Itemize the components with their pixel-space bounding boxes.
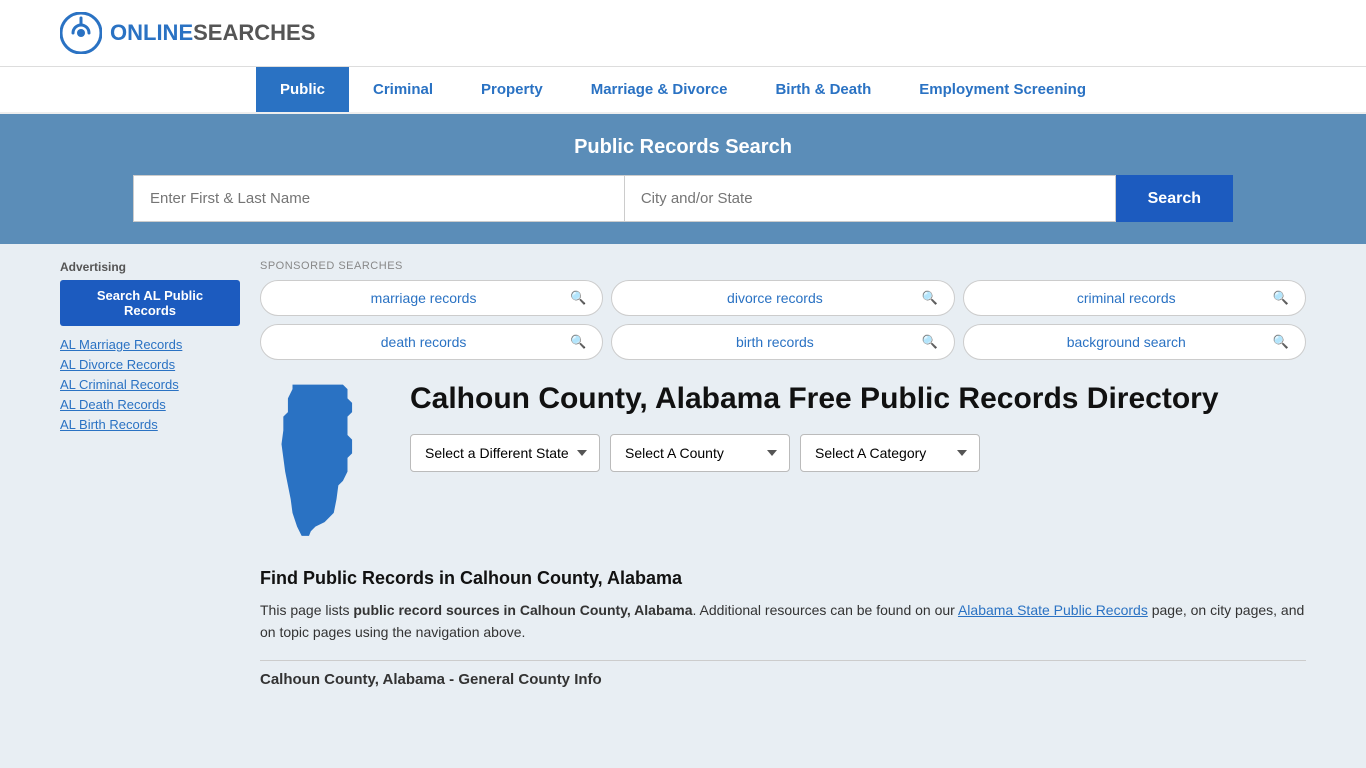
search-banner-title: Public Records Search [60, 136, 1306, 159]
county-dropdown[interactable]: Select A County [610, 434, 790, 472]
location-search-input[interactable] [624, 175, 1116, 222]
find-desc-prefix: This page lists [260, 602, 353, 618]
general-info-heading: Calhoun County, Alabama - General County… [260, 671, 1306, 688]
dropdowns-row: Select a Different State Select A County… [410, 434, 1306, 472]
logo-icon [60, 12, 102, 54]
name-search-input[interactable] [133, 175, 624, 222]
logo[interactable]: ONLINESEARCHES [60, 12, 315, 54]
sponsored-item-text-4: birth records [628, 334, 921, 350]
sponsored-grid: marriage records 🔍 divorce records 🔍 cri… [260, 280, 1306, 360]
alabama-path [282, 385, 353, 536]
search-button[interactable]: Search [1116, 175, 1233, 222]
find-desc-bold: public record sources in Calhoun County,… [353, 602, 692, 618]
sponsored-item-0[interactable]: marriage records 🔍 [260, 280, 603, 316]
sponsored-item-5[interactable]: background search 🔍 [963, 324, 1306, 360]
sidebar-link-divorce[interactable]: AL Divorce Records [60, 357, 175, 372]
sidebar-link-death[interactable]: AL Death Records [60, 397, 166, 412]
sponsored-item-4[interactable]: birth records 🔍 [611, 324, 954, 360]
county-title: Calhoun County, Alabama Free Public Reco… [410, 380, 1306, 418]
search-icon-3: 🔍 [570, 334, 586, 350]
state-map [260, 380, 390, 548]
find-description: This page lists public record sources in… [260, 599, 1306, 644]
main-content: Advertising Search AL Public Records AL … [0, 244, 1366, 704]
search-icon-5: 🔍 [1273, 334, 1289, 350]
search-banner: Public Records Search Search [0, 114, 1366, 244]
search-row: Search [133, 175, 1233, 222]
main-nav: Public Criminal Property Marriage & Divo… [0, 67, 1366, 114]
logo-text: ONLINESEARCHES [110, 20, 315, 46]
sponsored-label: SPONSORED SEARCHES [260, 260, 1306, 272]
sidebar: Advertising Search AL Public Records AL … [60, 244, 260, 704]
search-icon-2: 🔍 [1273, 290, 1289, 306]
sponsored-item-text-5: background search [980, 334, 1273, 350]
section-divider [260, 660, 1306, 661]
nav-item-marriage-divorce[interactable]: Marriage & Divorce [567, 67, 752, 112]
sponsored-item-1[interactable]: divorce records 🔍 [611, 280, 954, 316]
county-title-area: Calhoun County, Alabama Free Public Reco… [410, 380, 1306, 472]
find-section: Find Public Records in Calhoun County, A… [260, 568, 1306, 688]
sponsored-item-text-1: divorce records [628, 290, 921, 306]
nav-item-property[interactable]: Property [457, 67, 567, 112]
find-desc-link[interactable]: Alabama State Public Records [958, 602, 1148, 618]
nav-item-birth-death[interactable]: Birth & Death [751, 67, 895, 112]
header: ONLINESEARCHES [0, 0, 1366, 67]
sponsored-item-2[interactable]: criminal records 🔍 [963, 280, 1306, 316]
category-dropdown[interactable]: Select A Category [800, 434, 980, 472]
sidebar-search-al-button[interactable]: Search AL Public Records [60, 280, 240, 326]
sponsored-item-3[interactable]: death records 🔍 [260, 324, 603, 360]
sponsored-item-text-2: criminal records [980, 290, 1273, 306]
search-icon-1: 🔍 [921, 290, 937, 306]
nav-item-employment[interactable]: Employment Screening [895, 67, 1110, 112]
sidebar-link-birth[interactable]: AL Birth Records [60, 417, 158, 432]
sponsored-item-text-0: marriage records [277, 290, 570, 306]
find-title: Find Public Records in Calhoun County, A… [260, 568, 1306, 589]
sidebar-link-marriage[interactable]: AL Marriage Records [60, 337, 182, 352]
find-desc-mid: . Additional resources can be found on o… [693, 602, 958, 618]
nav-item-public[interactable]: Public [256, 67, 349, 112]
content-area: SPONSORED SEARCHES marriage records 🔍 di… [260, 244, 1306, 704]
sponsored-item-text-3: death records [277, 334, 570, 350]
county-section: Calhoun County, Alabama Free Public Reco… [260, 380, 1306, 548]
sidebar-ad-label: Advertising [60, 260, 240, 274]
state-dropdown[interactable]: Select a Different State [410, 434, 600, 472]
search-icon-0: 🔍 [570, 290, 586, 306]
sidebar-links: AL Marriage Records AL Divorce Records A… [60, 336, 240, 432]
sidebar-link-criminal[interactable]: AL Criminal Records [60, 377, 179, 392]
alabama-map-svg [260, 380, 380, 545]
nav-item-criminal[interactable]: Criminal [349, 67, 457, 112]
search-icon-4: 🔍 [921, 334, 937, 350]
